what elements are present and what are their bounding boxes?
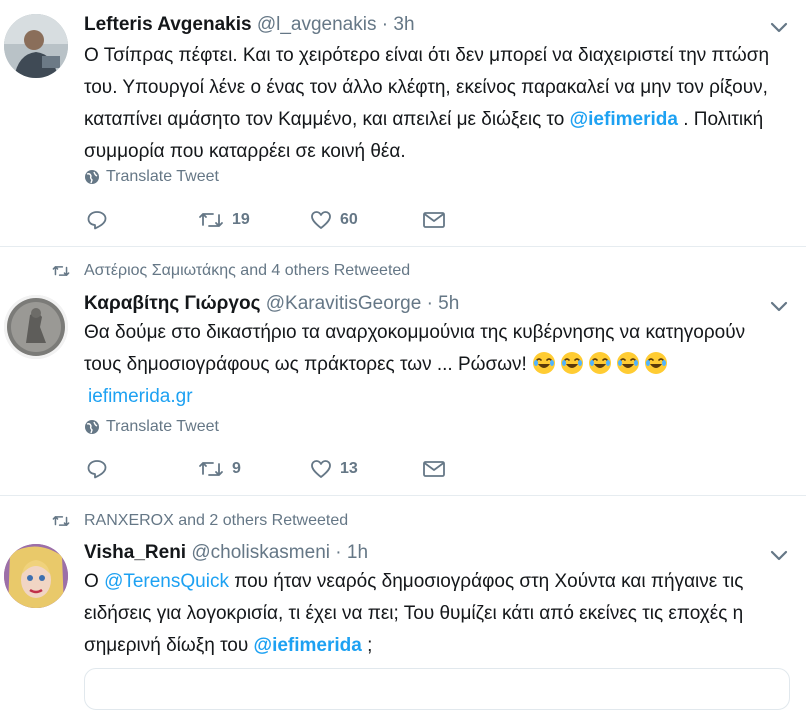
quoted-tweet-card[interactable]: [84, 668, 790, 710]
face-with-tears-of-joy-icon: [617, 352, 640, 374]
retweet-icon: [52, 516, 70, 526]
author-handle[interactable]: @l_avgenakis: [257, 14, 377, 35]
avatar[interactable]: [4, 544, 68, 608]
tweet-1[interactable]: Lefteris Avgenakis @l_avgenakis · 3h Ο Τ…: [0, 0, 806, 246]
heart-icon: [311, 211, 331, 229]
retweet-context[interactable]: Αστέριος Σαμιωτάκης and 4 others Retweet…: [52, 262, 410, 280]
retweet-count: 19: [232, 211, 250, 228]
retweet-count: 9: [232, 460, 241, 477]
url-link[interactable]: iefimerida.gr: [88, 386, 193, 407]
retweet-context-text: RANXEROX and 2 others Retweeted: [84, 512, 349, 529]
separator-dot: ·: [381, 14, 389, 35]
tweet-text-part: ;: [361, 635, 373, 656]
reply-icon: [87, 460, 107, 479]
globe-icon: [85, 420, 99, 434]
translate-label: Translate Tweet: [106, 168, 219, 185]
reply-button[interactable]: [86, 458, 108, 480]
author-name[interactable]: Visha_Reni: [84, 542, 186, 563]
emoji-group: [532, 352, 672, 375]
heart-icon: [311, 460, 331, 478]
separator-dot: ·: [426, 293, 433, 314]
tweet-text: Ο @TerensQuick που ήταν νεαρός δημοσιογρ…: [84, 566, 784, 662]
like-count: 13: [340, 460, 358, 477]
like-button[interactable]: 60: [310, 209, 358, 231]
face-with-tears-of-joy-icon: [533, 352, 556, 374]
like-button[interactable]: 13: [310, 458, 358, 480]
avatar-image: [4, 14, 68, 78]
translate-tweet-link[interactable]: Translate Tweet: [84, 418, 219, 436]
timestamp[interactable]: 3h: [393, 14, 414, 35]
globe-icon: [85, 170, 99, 184]
tweet-header: Καραβίτης Γιώργος @KaravitisGeorge · 5h: [84, 293, 459, 315]
reply-button[interactable]: [86, 209, 108, 231]
retweet-button[interactable]: 9: [198, 458, 241, 480]
face-with-tears-of-joy-icon: [589, 352, 612, 374]
like-count: 60: [340, 211, 358, 228]
tweet-text: Θα δούμε στο δικαστήριο τα αναρχοκομμούν…: [84, 317, 784, 413]
timestamp[interactable]: 5h: [438, 293, 459, 314]
direct-message-button[interactable]: [422, 458, 446, 480]
retweet-context[interactable]: RANXEROX and 2 others Retweeted: [52, 512, 348, 530]
tweet-header: Lefteris Avgenakis @l_avgenakis · 3h: [84, 14, 415, 36]
retweet-icon: [199, 462, 223, 476]
retweet-button[interactable]: 19: [198, 209, 250, 231]
retweet-context-text: Αστέριος Σαμιωτάκης and 4 others Retweet…: [84, 262, 411, 279]
tweet-2[interactable]: Αστέριος Σαμιωτάκης and 4 others Retweet…: [0, 247, 806, 495]
avatar-image: [4, 295, 68, 359]
chevron-down-icon[interactable]: [770, 301, 788, 313]
tweet-text-part: Ο: [84, 571, 105, 592]
author-handle[interactable]: @KaravitisGeorge: [266, 293, 422, 314]
mention-link[interactable]: @iefimerida: [570, 109, 678, 130]
separator-dot: ·: [335, 542, 342, 563]
mention-link[interactable]: @iefimerida: [254, 635, 362, 656]
chevron-down-icon[interactable]: [770, 550, 788, 562]
face-with-tears-of-joy-icon: [645, 352, 668, 374]
tweet-actions: 9 13: [86, 458, 466, 484]
envelope-icon: [423, 212, 445, 228]
tweet-text: Ο Τσίπρας πέφτει. Και το χειρότερο είναι…: [84, 40, 784, 168]
translate-label: Translate Tweet: [106, 418, 219, 435]
tweet-header: Visha_Reni @choliskasmeni · 1h: [84, 542, 368, 564]
chevron-down-icon[interactable]: [770, 22, 788, 34]
author-handle[interactable]: @choliskasmeni: [191, 542, 330, 563]
author-name[interactable]: Καραβίτης Γιώργος: [84, 293, 260, 314]
reply-icon: [87, 211, 107, 230]
mention-link[interactable]: @TerensQuick: [104, 571, 229, 592]
direct-message-button[interactable]: [422, 209, 446, 231]
retweet-icon: [52, 266, 70, 276]
avatar[interactable]: [4, 14, 68, 78]
face-with-tears-of-joy-icon: [561, 352, 584, 374]
author-name[interactable]: Lefteris Avgenakis: [84, 14, 252, 35]
envelope-icon: [423, 461, 445, 477]
timestamp[interactable]: 1h: [347, 542, 368, 563]
tweet-3[interactable]: RANXEROX and 2 others Retweeted Visha_Re…: [0, 496, 806, 710]
translate-tweet-link[interactable]: Translate Tweet: [84, 168, 219, 186]
tweet-actions: 19 60: [86, 209, 466, 235]
avatar-image: [4, 544, 68, 608]
avatar[interactable]: [4, 295, 68, 359]
retweet-icon: [199, 213, 223, 227]
